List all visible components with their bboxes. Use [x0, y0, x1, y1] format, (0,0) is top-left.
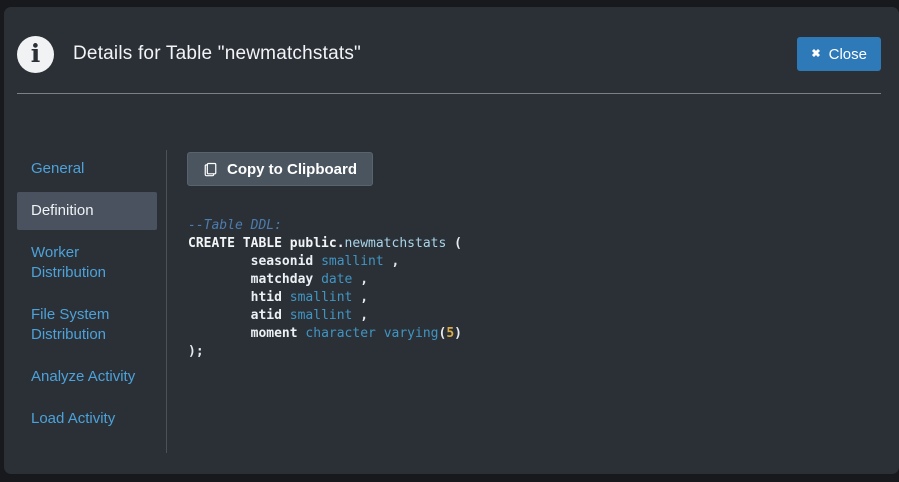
modal-title: Details for Table "newmatchstats" [73, 43, 361, 65]
modal-header: i Details for Table "newmatchstats" ✖ Cl… [4, 7, 899, 93]
modal-body: General Definition Worker Distribution F… [4, 94, 899, 474]
sidebar-item-worker-distribution[interactable]: Worker Distribution [17, 234, 157, 292]
x-close-icon: ✖ [811, 49, 820, 60]
sidebar-item-analyze-activity[interactable]: Analyze Activity [17, 358, 157, 396]
ddl-code: --Table DDL:CREATE TABLE public.newmatch… [188, 217, 462, 361]
sidebar-divider [166, 150, 167, 453]
copy-button-label: Copy to Clipboard [227, 161, 357, 178]
sidebar-item-general[interactable]: General [17, 150, 157, 188]
close-button-label: Close [829, 46, 867, 63]
sidebar-item-file-system-distribution[interactable]: File System Distribution [17, 296, 157, 354]
info-icon: i [17, 36, 54, 73]
copy-icon [203, 162, 218, 177]
copy-to-clipboard-button[interactable]: Copy to Clipboard [187, 152, 373, 186]
info-icon-glyph: i [31, 41, 41, 66]
definition-panel: Copy to Clipboard --Table DDL:CREATE TAB… [187, 150, 462, 361]
detail-tabs-sidebar: General Definition Worker Distribution F… [17, 150, 157, 442]
sidebar-item-definition[interactable]: Definition [17, 192, 157, 230]
close-button[interactable]: ✖ Close [797, 37, 881, 71]
table-details-modal: i Details for Table "newmatchstats" ✖ Cl… [4, 7, 899, 474]
sidebar-item-load-activity[interactable]: Load Activity [17, 400, 157, 438]
